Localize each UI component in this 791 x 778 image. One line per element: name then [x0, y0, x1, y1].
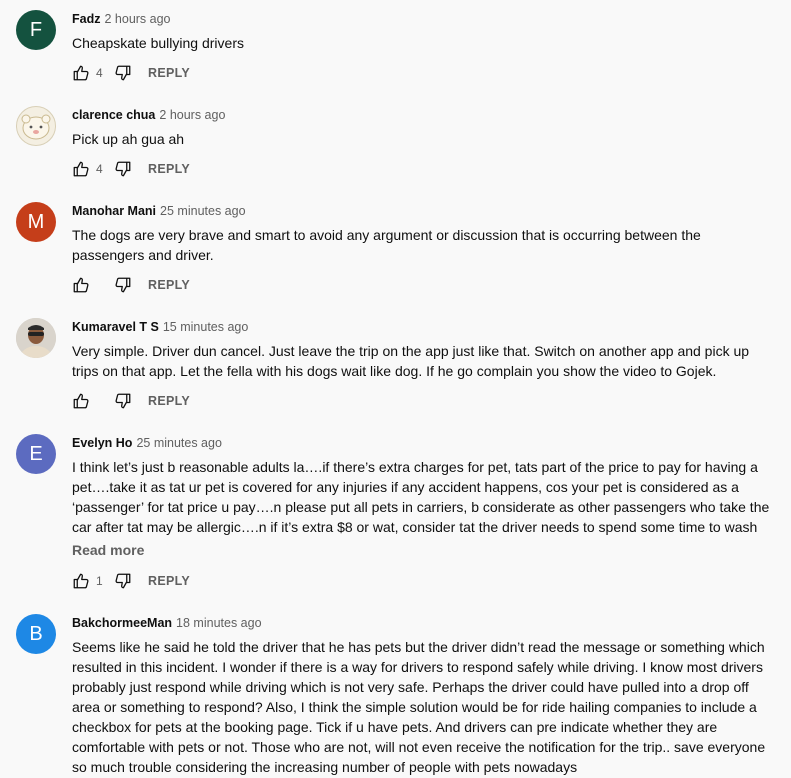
thumbs-up-icon[interactable] [72, 276, 90, 294]
avatar-initial: F [29, 19, 43, 41]
comment-time[interactable]: 2 hours ago [104, 12, 170, 26]
comment-actions: 4 REPLY [72, 159, 190, 179]
cartoon-face-icon [21, 114, 51, 140]
thumbs-down-icon[interactable] [114, 276, 132, 294]
comment-header: BakchormeeMan 18 minutes ago [72, 614, 771, 632]
comment-body: clarence chua 2 hours ago Pick up ah gua … [72, 106, 771, 149]
comment-body: Manohar Mani 25 minutes ago The dogs are … [72, 202, 771, 265]
avatar[interactable]: M [16, 202, 56, 242]
reply-button[interactable]: REPLY [148, 574, 190, 588]
comment-actions: REPLY [72, 275, 190, 295]
thumbs-up-icon[interactable] [72, 160, 90, 178]
avatar[interactable] [16, 318, 56, 358]
reply-button[interactable]: REPLY [148, 278, 190, 292]
comment-body: BakchormeeMan 18 minutes ago Seems like h… [72, 614, 771, 777]
avatar-initial: M [27, 211, 45, 233]
comment-header: Manohar Mani 25 minutes ago [72, 202, 771, 220]
read-more-button[interactable]: Read more [72, 540, 771, 560]
comment-author[interactable]: Fadz [72, 12, 100, 26]
comment-header: Fadz 2 hours ago [72, 10, 771, 28]
like-count: 4 [96, 162, 103, 176]
comment-actions: REPLY [72, 391, 190, 411]
comment-author[interactable]: Manohar Mani [72, 204, 156, 218]
thumbs-up-icon[interactable] [72, 392, 90, 410]
thumbs-up-icon[interactable] [72, 572, 90, 590]
like-count: 1 [96, 574, 103, 588]
avatar[interactable]: F [16, 10, 56, 50]
comment-body: Fadz 2 hours ago Cheapskate bullying driv… [72, 10, 771, 53]
avatar-initial: E [29, 443, 43, 465]
comment-header: clarence chua 2 hours ago [72, 106, 771, 124]
reply-button[interactable]: REPLY [148, 162, 190, 176]
thumbs-down-icon[interactable] [114, 160, 132, 178]
comment-header: Evelyn Ho 25 minutes ago [72, 434, 771, 452]
comment-time[interactable]: 25 minutes ago [160, 204, 245, 218]
comment-header: Kumaravel T S 15 minutes ago [72, 318, 771, 336]
reply-button[interactable]: REPLY [148, 66, 190, 80]
comment-body: Evelyn Ho 25 minutes ago I think let’s ju… [72, 434, 771, 560]
avatar[interactable]: E [16, 434, 56, 474]
thumbs-down-icon[interactable] [114, 64, 132, 82]
comment-text: I think let’s just b reasonable adults l… [72, 459, 770, 535]
comment-actions: 4 REPLY [72, 63, 190, 83]
comment-text: Very simple. Driver dun cancel. Just lea… [72, 343, 750, 379]
comment-time[interactable]: 2 hours ago [159, 108, 225, 122]
comment-time[interactable]: 18 minutes ago [176, 616, 261, 630]
reply-button[interactable]: REPLY [148, 394, 190, 408]
comment-body: Kumaravel T S 15 minutes ago Very simple.… [72, 318, 771, 381]
comment-time[interactable]: 15 minutes ago [163, 320, 248, 334]
comment-text: Cheapskate bullying drivers [72, 35, 244, 51]
comment-author[interactable]: clarence chua [72, 108, 155, 122]
avatar[interactable] [16, 106, 56, 146]
thumbs-down-icon[interactable] [114, 392, 132, 410]
like-count: 4 [96, 66, 103, 80]
avatar-initial: B [29, 623, 43, 645]
thumbs-up-icon[interactable] [72, 64, 90, 82]
comment-author[interactable]: Evelyn Ho [72, 436, 132, 450]
comment-author[interactable]: BakchormeeMan [72, 616, 172, 630]
comment-actions: 1 REPLY [72, 571, 190, 591]
comment-author[interactable]: Kumaravel T S [72, 320, 159, 334]
thumbs-down-icon[interactable] [114, 572, 132, 590]
comment-text: Seems like he said he told the driver th… [72, 639, 766, 775]
comment-time[interactable]: 25 minutes ago [136, 436, 221, 450]
comment-text: The dogs are very brave and smart to avo… [72, 227, 701, 263]
user-photo-icon [16, 318, 56, 358]
comment-text: Pick up ah gua ah [72, 131, 185, 147]
avatar[interactable]: B [16, 614, 56, 654]
